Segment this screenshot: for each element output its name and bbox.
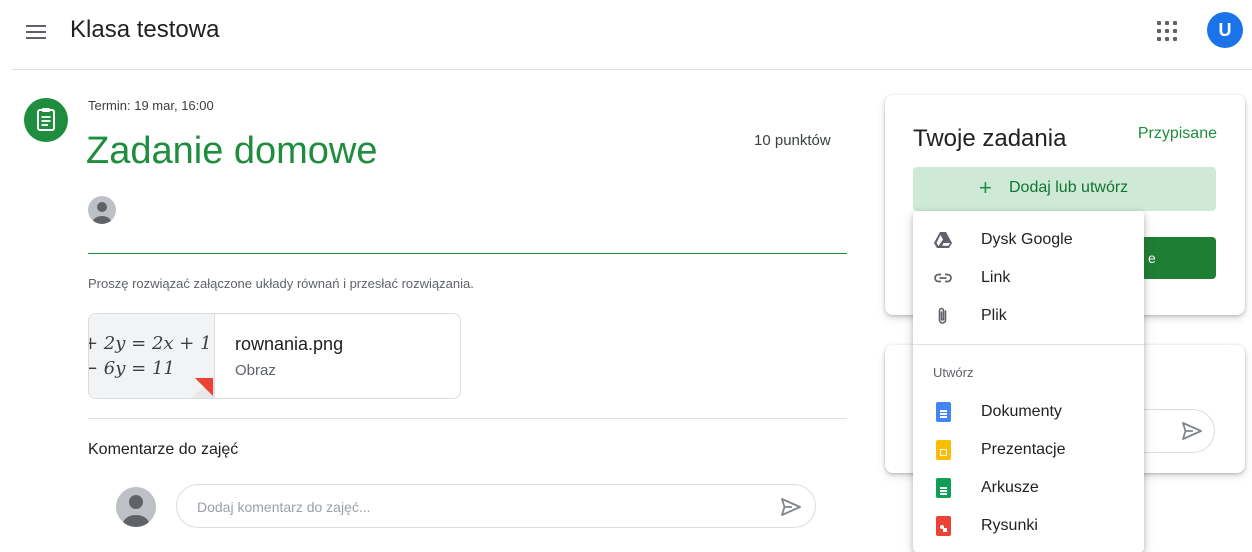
turn-in-label: e — [1148, 250, 1156, 266]
plus-icon: + — [979, 175, 992, 200]
user-avatar[interactable]: U — [1207, 12, 1243, 48]
image-file-corner-icon — [195, 378, 213, 396]
apps-grid-icon[interactable] — [1157, 21, 1177, 41]
user-avatar-placeholder — [116, 487, 156, 527]
class-comment-field[interactable] — [176, 484, 816, 529]
title-divider — [88, 253, 847, 254]
teacher-avatar — [88, 196, 116, 224]
google-drawings-icon — [933, 516, 953, 536]
menu-item-label: Arkusze — [981, 479, 1039, 496]
menu-item-docs[interactable]: Dokumenty — [913, 393, 1144, 431]
assignment-title: Zadanie domowe — [86, 130, 378, 172]
due-date: Termin: 19 mar, 16:00 — [88, 98, 214, 113]
points-value: 10 punktów — [754, 132, 831, 149]
menu-item-label: Plik — [981, 307, 1007, 324]
assignment-icon — [24, 98, 68, 142]
comments-divider — [88, 418, 847, 419]
paperclip-icon — [933, 306, 953, 326]
menu-item-google-drive[interactable]: Dysk Google — [913, 221, 1144, 259]
menu-item-link[interactable]: Link — [913, 259, 1144, 297]
class-comment-input[interactable] — [195, 485, 759, 529]
menu-item-label: Prezentacje — [981, 441, 1066, 458]
hamburger-menu-icon[interactable] — [24, 20, 48, 44]
thumbnail-equation-line: + 2y = 2x + 1 — [89, 333, 212, 354]
menu-item-sheets[interactable]: Arkusze — [913, 469, 1144, 507]
add-or-create-menu: Dysk Google Link Plik Utwórz Dokumenty P… — [913, 211, 1144, 552]
menu-divider — [913, 344, 1144, 345]
thumbnail-equation-line: − 6y = 11 — [89, 358, 175, 379]
send-icon[interactable] — [779, 495, 803, 519]
your-work-title: Twoje zadania — [913, 125, 1067, 152]
link-icon — [933, 268, 953, 288]
menu-item-file[interactable]: Plik — [913, 297, 1144, 335]
menu-item-slides[interactable]: Prezentacje — [913, 431, 1144, 469]
google-slides-icon — [933, 440, 953, 460]
menu-item-label: Dysk Google — [981, 231, 1073, 248]
menu-item-label: Rysunki — [981, 517, 1038, 534]
google-sheets-icon — [933, 478, 953, 498]
add-or-create-label: Dodaj lub utwórz — [1009, 179, 1129, 196]
assignment-status: Przypisane — [1137, 125, 1217, 142]
attachment-name: rownania.png — [235, 334, 344, 354]
menu-item-label: Link — [981, 269, 1011, 286]
attachment-type: Obraz — [235, 362, 276, 379]
send-icon[interactable] — [1180, 419, 1204, 443]
header-divider — [12, 69, 1252, 70]
google-docs-icon — [933, 402, 953, 422]
attachment-card[interactable]: + 2y = 2x + 1 − 6y = 11 rownania.png Obr… — [88, 313, 461, 399]
top-bar: Klasa testowa U — [0, 0, 1252, 70]
attachment-thumbnail: + 2y = 2x + 1 − 6y = 11 — [89, 314, 215, 398]
menu-item-drawings[interactable]: Rysunki — [913, 507, 1144, 545]
create-section-heading: Utwórz — [933, 365, 974, 380]
class-comments-heading: Komentarze do zajęć — [88, 441, 239, 458]
menu-item-label: Dokumenty — [981, 403, 1062, 420]
add-or-create-button[interactable]: + Dodaj lub utwórz — [913, 167, 1216, 211]
class-title[interactable]: Klasa testowa — [70, 16, 219, 44]
google-drive-icon — [933, 230, 953, 250]
assignment-instructions: Proszę rozwiązać załączone układy równań… — [88, 276, 474, 291]
